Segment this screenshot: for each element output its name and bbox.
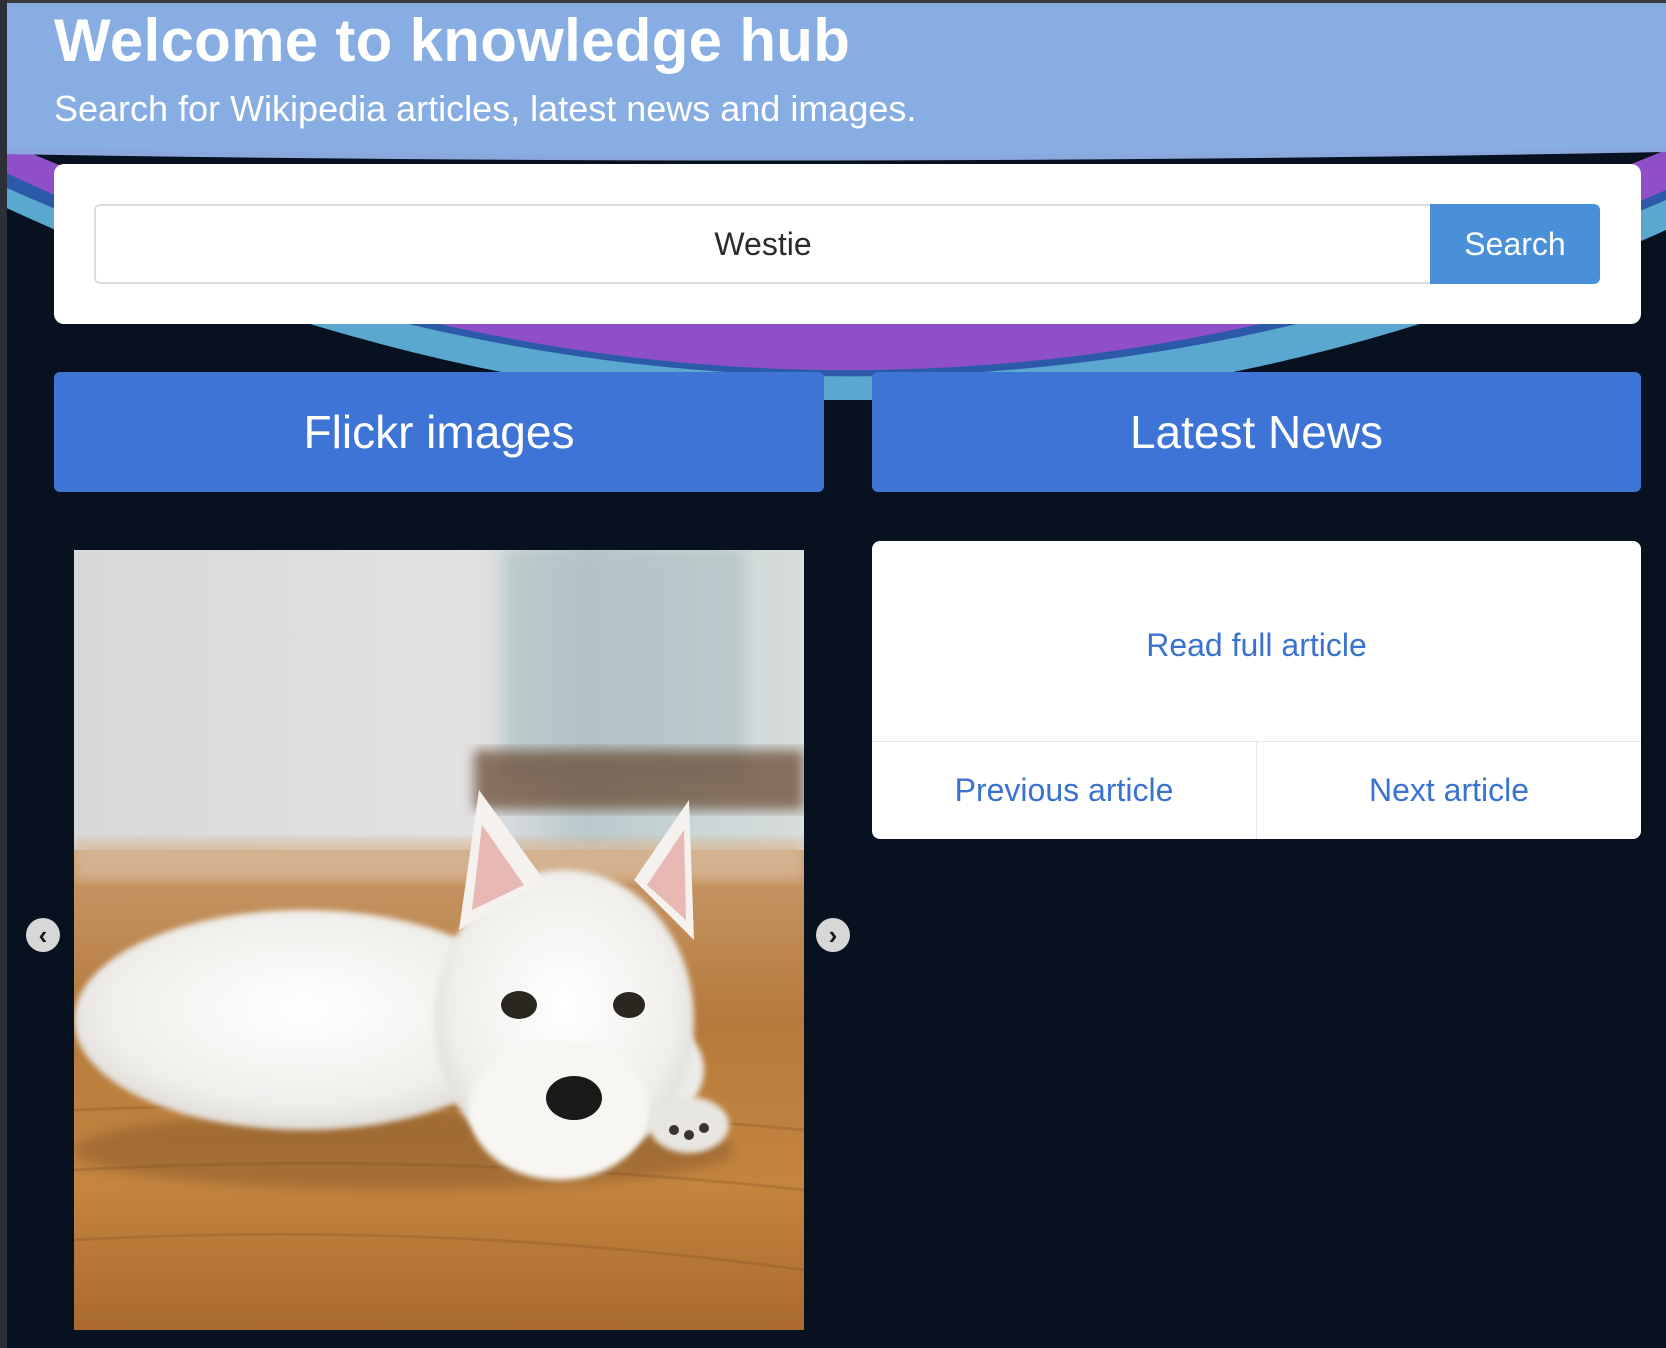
search-input[interactable] xyxy=(94,204,1430,284)
previous-article-button[interactable]: Previous article xyxy=(872,742,1256,839)
flickr-images-header: Flickr images xyxy=(54,372,824,492)
window-left-border xyxy=(0,0,7,1348)
chevron-right-icon[interactable]: › xyxy=(816,918,850,952)
page-subtitle: Search for Wikipedia articles, latest ne… xyxy=(54,88,917,129)
search-button[interactable]: Search xyxy=(1430,204,1600,284)
westie-dog-image xyxy=(74,550,804,1330)
window-top-border xyxy=(0,0,1666,3)
read-full-article-link[interactable]: Read full article xyxy=(872,627,1641,664)
page-title: Welcome to knowledge hub xyxy=(54,7,851,74)
news-card: Read full article Previous article Next … xyxy=(872,541,1641,839)
search-card: Search xyxy=(54,164,1641,324)
latest-news-header: Latest News xyxy=(872,372,1641,492)
flickr-photo xyxy=(74,550,804,1330)
chevron-left-icon[interactable]: ‹ xyxy=(26,918,60,952)
next-article-button[interactable]: Next article xyxy=(1257,742,1641,839)
flickr-carousel: ‹ › xyxy=(20,540,860,1340)
